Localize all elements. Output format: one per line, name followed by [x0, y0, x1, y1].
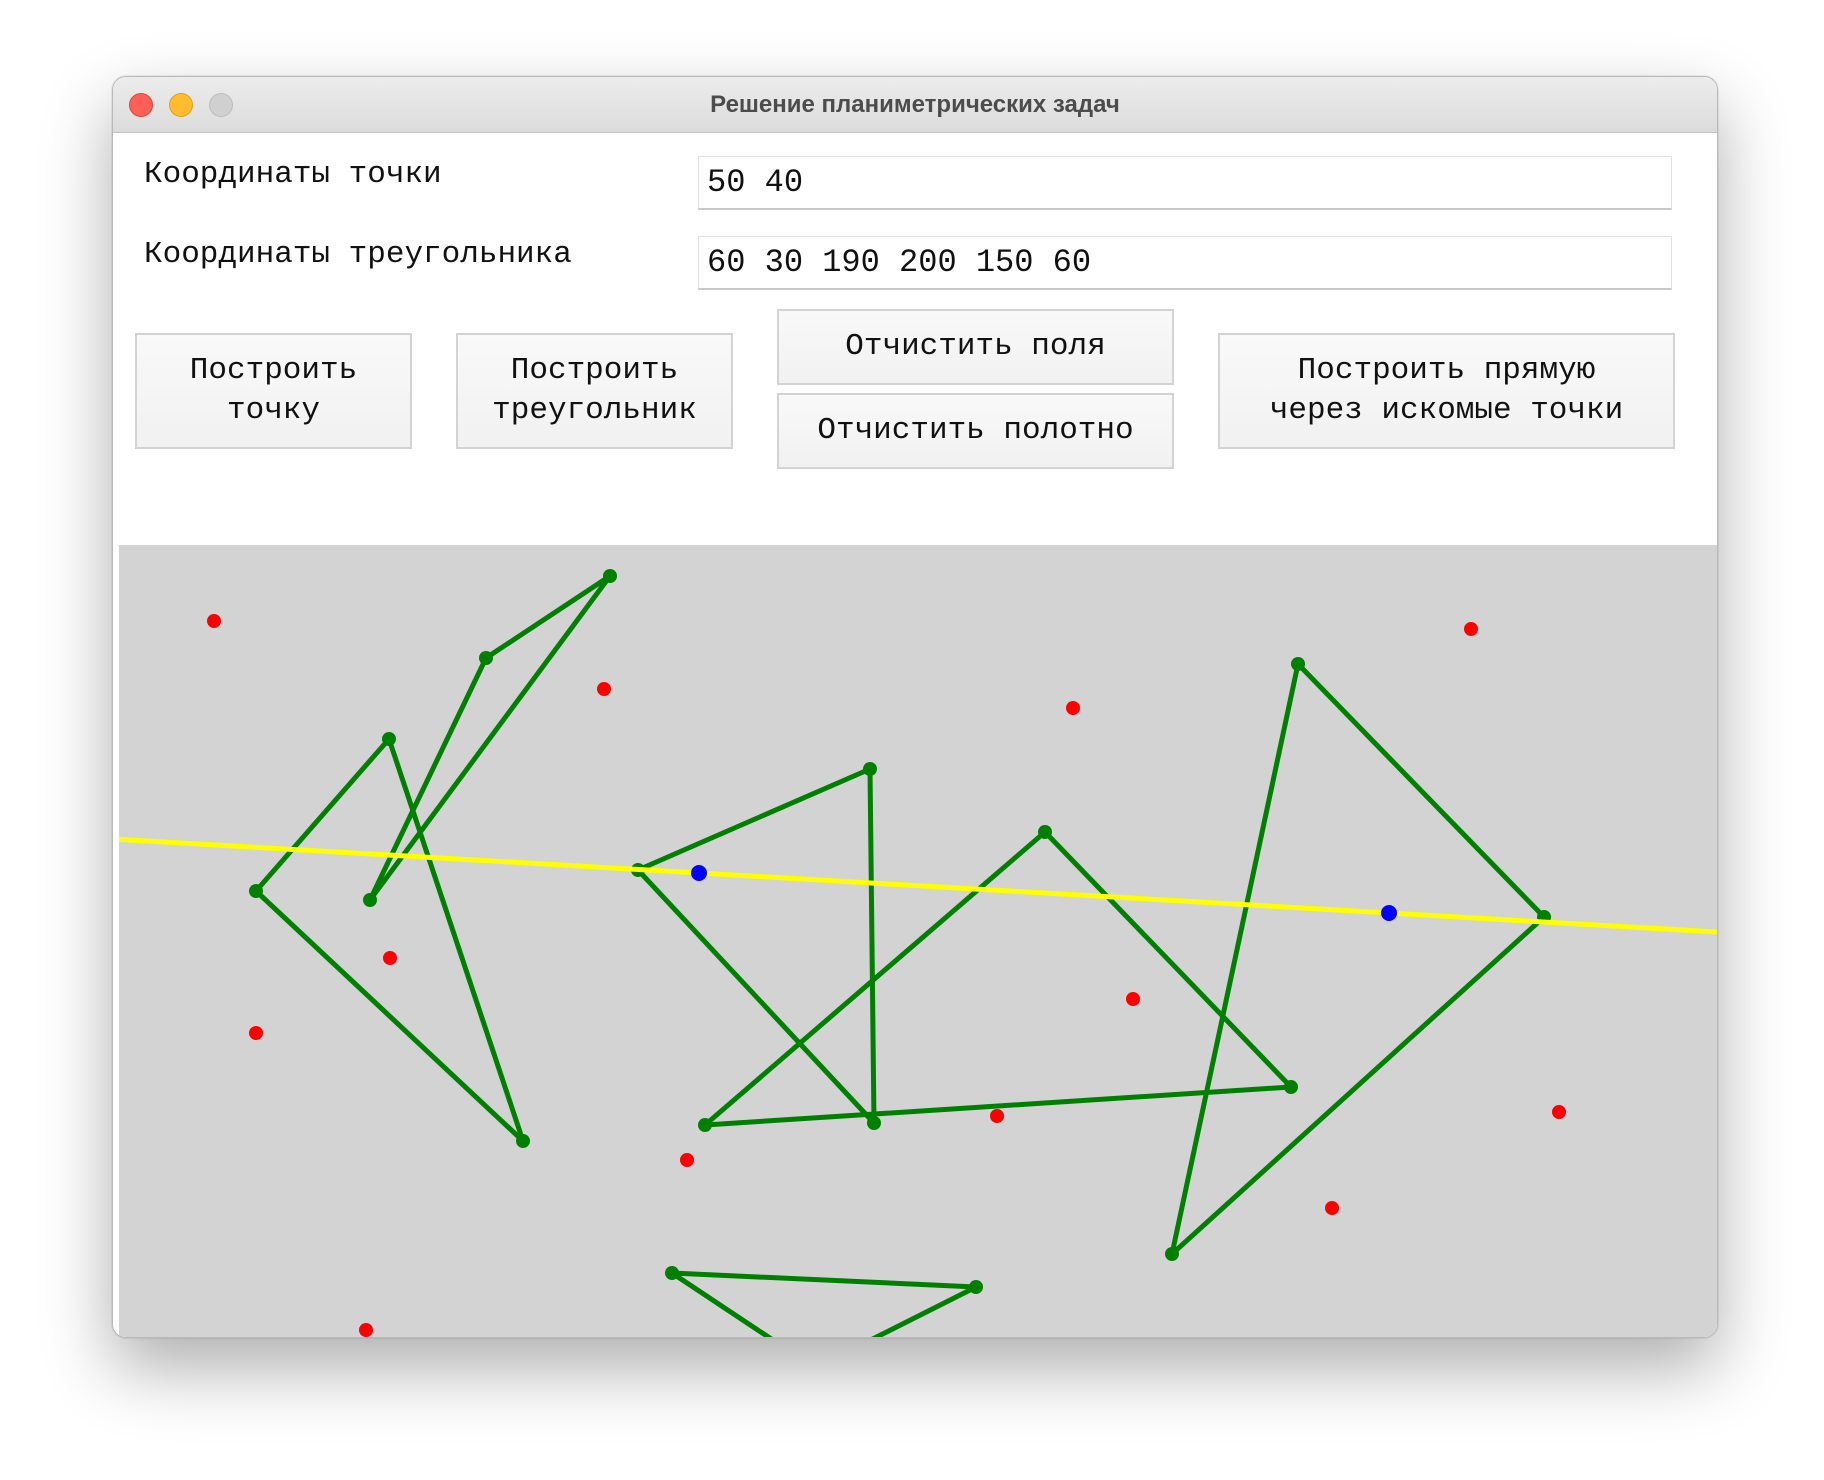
red-point	[1552, 1105, 1566, 1119]
red-point	[597, 682, 611, 696]
triangle-vertex	[1165, 1247, 1179, 1261]
clear-fields-button[interactable]: Отчистить поля	[777, 309, 1174, 385]
red-point	[1126, 992, 1140, 1006]
app-window: Решение планиметрических задач Координат…	[112, 76, 1718, 1338]
triangle-coords-input[interactable]: 60 30 190 200 150 60	[698, 236, 1672, 290]
triangle-vertex	[665, 1266, 679, 1280]
build-triangle-button[interactable]: Построить треугольник	[456, 333, 733, 449]
triangle-5	[1169, 661, 1547, 1257]
triangle-vertex	[1038, 825, 1052, 839]
red-point	[1464, 622, 1478, 636]
triangle-vertex	[516, 1134, 530, 1148]
red-point	[1066, 701, 1080, 715]
red-point	[207, 614, 221, 628]
point-coords-input[interactable]: 50 40	[698, 156, 1672, 210]
red-point	[680, 1153, 694, 1167]
canvas-svg[interactable]	[119, 545, 1717, 1337]
window-title: Решение планиметрических задач	[710, 91, 1120, 118]
connecting-line	[119, 836, 1717, 935]
red-point	[383, 951, 397, 965]
triangle-vertex	[1291, 657, 1305, 671]
build-line-button[interactable]: Построить прямую через искомые точки	[1218, 333, 1675, 449]
red-point	[1325, 1201, 1339, 1215]
red-point	[359, 1323, 373, 1337]
triangle-6	[669, 1270, 979, 1337]
triangle-vertex	[863, 762, 877, 776]
triangle-2	[253, 736, 526, 1144]
triangle-vertex	[1284, 1080, 1298, 1094]
triangle-vertex	[382, 732, 396, 746]
red-point	[990, 1109, 1004, 1123]
triangle-vertex	[363, 893, 377, 907]
triangle-vertex	[698, 1118, 712, 1132]
clear-canvas-button[interactable]: Отчистить полотно	[777, 393, 1174, 469]
triangle-vertex	[249, 884, 263, 898]
main-panel: Координаты точки 50 40 Координаты треуго…	[113, 133, 1717, 1337]
selected-point	[691, 865, 707, 881]
triangle-coords-label: Координаты треугольника	[144, 237, 572, 272]
selected-point	[1381, 905, 1397, 921]
triangle-1	[367, 573, 613, 903]
triangle-vertex	[867, 1116, 881, 1130]
triangle-vertex	[479, 651, 493, 665]
title-bar: Решение планиметрических задач	[113, 77, 1717, 133]
triangle-vertex	[969, 1280, 983, 1294]
drawing-canvas[interactable]	[119, 545, 1717, 1337]
triangle-3	[635, 766, 877, 1126]
point-coords-label: Координаты точки	[144, 157, 442, 192]
red-point	[249, 1026, 263, 1040]
build-point-button[interactable]: Построить точку	[135, 333, 412, 449]
triangle-vertex	[603, 569, 617, 583]
